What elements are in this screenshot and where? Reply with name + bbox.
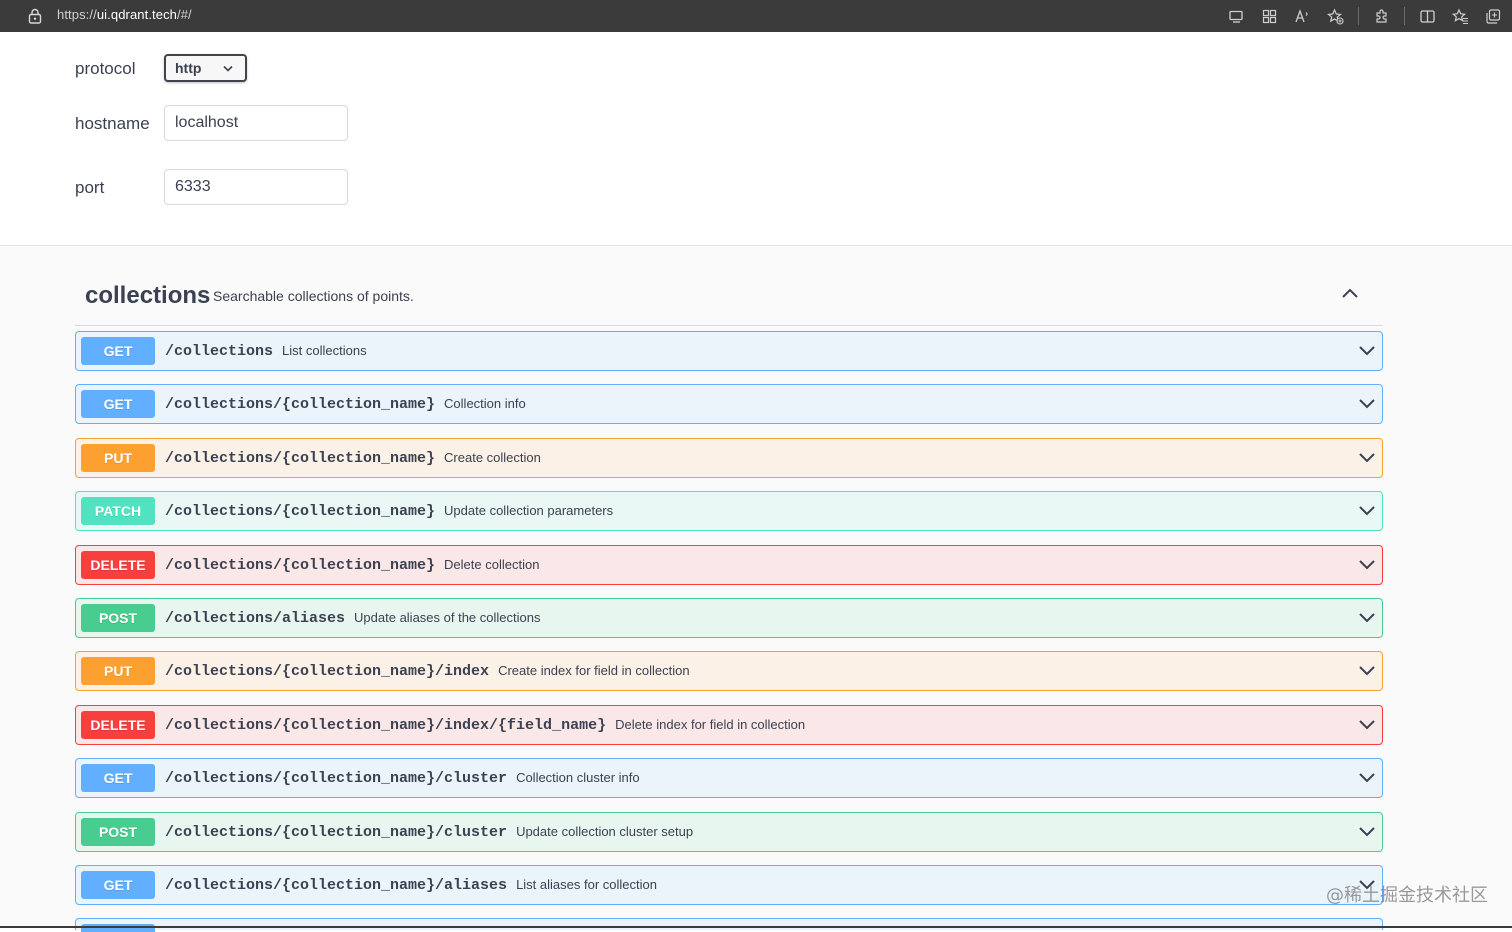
port-input[interactable]: [164, 169, 348, 205]
screen-cast-icon[interactable]: [1225, 5, 1247, 27]
lock-icon[interactable]: [28, 8, 42, 24]
operation-path: /collections/{collection_name}/index Crea…: [165, 663, 690, 680]
browser-actions: [1214, 5, 1504, 27]
hostname-label: hostname: [75, 114, 150, 134]
protocol-selected-value: http: [175, 60, 201, 76]
operation-row[interactable]: POST/collections/aliases Update aliases o…: [75, 598, 1383, 638]
operation-path: /collections List collections: [165, 343, 367, 360]
chevron-down-icon[interactable]: [1358, 398, 1376, 410]
operation-path-text: /collections/{collection_name}: [165, 557, 435, 574]
server-config: protocol http hostname port: [0, 32, 1512, 246]
operation-row[interactable]: PUT/collections/{collection_name}/index C…: [75, 651, 1383, 691]
operation-path: /collections/{collection_name} Update col…: [165, 503, 613, 520]
operation-row-partial[interactable]: [75, 918, 1383, 930]
method-badge: PATCH: [81, 497, 155, 525]
tag-name: collections: [85, 282, 210, 310]
operation-row[interactable]: GET/collections List collections: [75, 331, 1383, 371]
apps-icon[interactable]: [1258, 5, 1280, 27]
method-badge: DELETE: [81, 551, 155, 579]
favorite-add-icon[interactable]: [1324, 5, 1346, 27]
operation-path-text: /collections/aliases: [165, 610, 345, 627]
collections-icon[interactable]: [1482, 5, 1504, 27]
operation-path: /collections/{collection_name} Delete col…: [165, 557, 539, 574]
hostname-input[interactable]: [164, 105, 348, 141]
operation-path: /collections/aliases Update aliases of th…: [165, 610, 540, 627]
method-badge: GET: [81, 871, 155, 899]
operation-summary: Update collection cluster setup: [516, 824, 693, 839]
operation-path: /collections/{collection_name}/cluster Co…: [165, 770, 640, 787]
chevron-down-icon[interactable]: [1358, 612, 1376, 624]
operation-summary: Update aliases of the collections: [354, 610, 540, 625]
operation-summary: List aliases for collection: [516, 877, 657, 892]
browser-toolbar: https://ui.qdrant.tech/#/: [0, 0, 1512, 32]
address-bar[interactable]: https://ui.qdrant.tech/#/: [57, 7, 192, 22]
operation-path: /collections/{collection_name}/index/{fi…: [165, 717, 805, 734]
operation-path: /collections/{collection_name}/aliases Li…: [165, 877, 657, 894]
operation-path-text: /collections/{collection_name}/aliases: [165, 877, 507, 894]
operation-path-text: /collections/{collection_name}/cluster: [165, 824, 507, 841]
operation-row[interactable]: PATCH/collections/{collection_name} Updat…: [75, 491, 1383, 531]
read-aloud-icon[interactable]: [1291, 5, 1313, 27]
operation-path: /collections/{collection_name} Collection…: [165, 396, 526, 413]
url-scheme: https://: [57, 7, 97, 22]
operation-path-text: /collections/{collection_name}: [165, 396, 435, 413]
extensions-icon[interactable]: [1370, 5, 1392, 27]
operation-path-text: /collections/{collection_name}/index/{fi…: [165, 717, 606, 734]
chevron-down-icon[interactable]: [1358, 559, 1376, 571]
operation-summary: Collection cluster info: [516, 770, 640, 785]
url-host: ui.qdrant.tech: [97, 7, 177, 22]
operation-path: /collections/{collection_name}/cluster Up…: [165, 824, 693, 841]
operation-row[interactable]: DELETE/collections/{collection_name} Dele…: [75, 545, 1383, 585]
operation-path-text: /collections/{collection_name}/cluster: [165, 770, 507, 787]
protocol-label: protocol: [75, 59, 135, 79]
url-path: /#/: [177, 7, 192, 22]
tag-header-collections[interactable]: collections Searchable collections of po…: [75, 274, 1383, 326]
operation-summary: Create index for field in collection: [498, 663, 690, 678]
toolbar-separator: [1404, 7, 1405, 25]
operation-path-text: /collections: [165, 343, 273, 360]
method-badge: POST: [81, 604, 155, 632]
operation-path-text: /collections/{collection_name}/index: [165, 663, 489, 680]
operation-path-text: /collections/{collection_name}: [165, 450, 435, 467]
operation-summary: Update collection parameters: [444, 503, 613, 518]
method-badge: GET: [81, 337, 155, 365]
operation-row[interactable]: DELETE/collections/{collection_name}/ind…: [75, 705, 1383, 745]
operation-path-text: /collections/{collection_name}: [165, 503, 435, 520]
operation-row[interactable]: PUT/collections/{collection_name} Create …: [75, 438, 1383, 478]
split-screen-icon[interactable]: [1416, 5, 1438, 27]
port-label: port: [75, 178, 104, 198]
toolbar-separator: [1358, 7, 1359, 25]
chevron-down-icon[interactable]: [1358, 826, 1376, 838]
operation-summary: Collection info: [444, 396, 526, 411]
chevron-down-icon[interactable]: [1358, 772, 1376, 784]
chevron-up-icon[interactable]: [1341, 286, 1359, 300]
method-badge: GET: [81, 390, 155, 418]
operation-row[interactable]: GET/collections/{collection_name}/aliase…: [75, 865, 1383, 905]
method-badge: GET: [81, 764, 155, 792]
tag-description: Searchable collections of points.: [213, 288, 414, 304]
chevron-down-icon[interactable]: [1358, 505, 1376, 517]
operation-summary: List collections: [282, 343, 367, 358]
protocol-select[interactable]: http: [164, 54, 247, 82]
operation-path: /collections/{collection_name} Create col…: [165, 450, 541, 467]
operation-row[interactable]: POST/collections/{collection_name}/clust…: [75, 812, 1383, 852]
operation-summary: Create collection: [444, 450, 541, 465]
operation-row[interactable]: GET/collections/{collection_name} Collect…: [75, 384, 1383, 424]
chevron-down-icon[interactable]: [1358, 719, 1376, 731]
chevron-down-icon[interactable]: [1358, 665, 1376, 677]
method-badge: PUT: [81, 444, 155, 472]
method-badge: PUT: [81, 657, 155, 685]
method-badge: DELETE: [81, 711, 155, 739]
operation-summary: Delete collection: [444, 557, 539, 572]
method-badge: POST: [81, 818, 155, 846]
chevron-down-icon[interactable]: [1358, 345, 1376, 357]
chevron-down-icon: [223, 65, 233, 72]
favorites-icon[interactable]: [1449, 5, 1471, 27]
operation-row[interactable]: GET/collections/{collection_name}/cluste…: [75, 758, 1383, 798]
watermark: @稀土掘金技术社区: [1326, 881, 1488, 907]
chevron-down-icon[interactable]: [1358, 452, 1376, 464]
operation-summary: Delete index for field in collection: [615, 717, 805, 732]
